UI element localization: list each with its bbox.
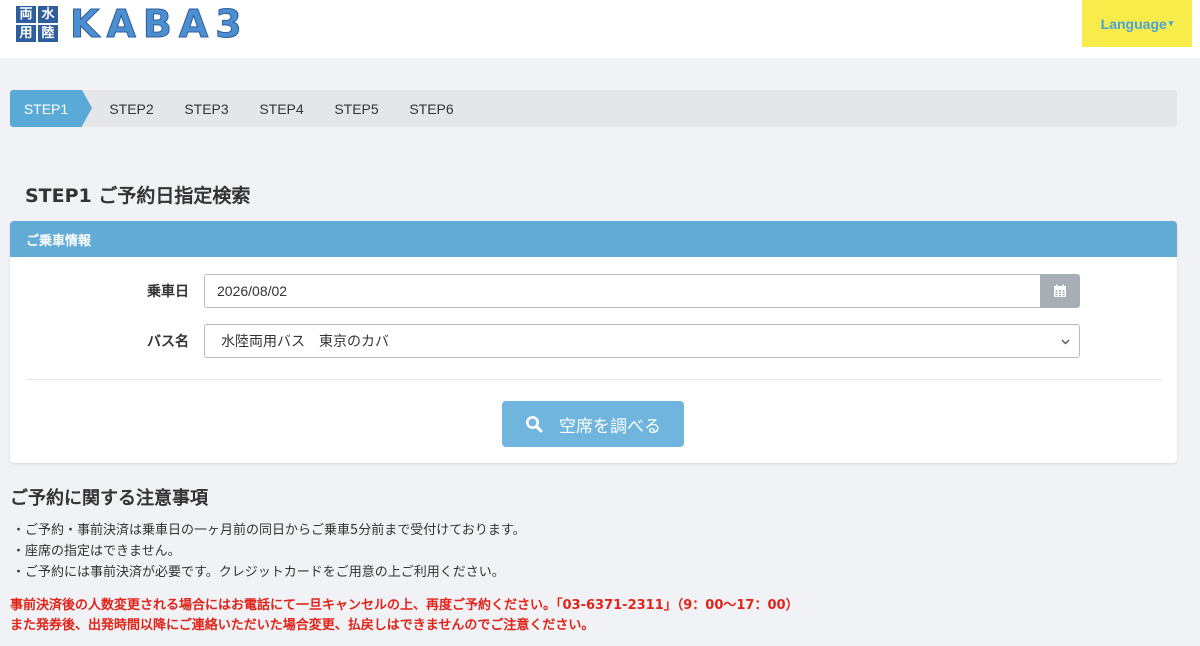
language-dropdown-button[interactable]: Language ▾ <box>1082 0 1192 47</box>
list-item: ・ご予約には事前決済が必要です。クレジットカードをご用意の上ご利用ください。 <box>12 565 505 580</box>
logo-char: 用 <box>16 25 36 42</box>
notes-list: ・ご予約・事前決済は乗車日の一ヶ月前の同日からご乗車5分前まで受付けております。… <box>12 520 526 583</box>
warning-text: また発券後、出発時間以降にご連絡いただいた場合変更、払戻しはできませんのでご注意… <box>10 618 595 633</box>
warning-text: 事前決済後の人数変更される場合にはお電話にて一旦キャンセルの上、再度ご予約くださ… <box>10 598 799 613</box>
bus-label: バス名 <box>147 334 189 350</box>
bus-select[interactable]: 水陸両用バス 東京のカバ <box>204 324 1080 358</box>
calendar-button[interactable] <box>1040 274 1080 308</box>
calendar-icon <box>1054 284 1066 297</box>
date-row: 乗車日 <box>10 274 1177 308</box>
logo-mark: 両 水 用 陸 <box>16 6 58 42</box>
logo-text: KABA3 <box>70 2 249 46</box>
step-3[interactable]: STEP3 <box>169 90 244 127</box>
step-progress-bar: STEP1 STEP2 STEP3 STEP4 STEP5 STEP6 <box>10 90 1177 127</box>
boarding-info-panel: ご乗車情報 乗車日 バス名 水陸両用バス 東京のカバ <box>10 221 1177 463</box>
list-item: ・ご予約・事前決済は乗車日の一ヶ月前の同日からご乗車5分前まで受付けております。 <box>12 523 526 538</box>
site-header: 両 水 用 陸 KABA3 Language ▾ <box>0 0 1200 58</box>
language-label: Language <box>1100 15 1167 32</box>
logo-char: 両 <box>16 6 36 23</box>
logo-char: 水 <box>38 6 58 23</box>
bus-selected-value: 水陸両用バス 東京のカバ <box>221 334 389 350</box>
search-icon <box>526 416 543 433</box>
search-button-label: 空席を調べる <box>559 416 661 437</box>
bus-row: バス名 水陸両用バス 東京のカバ <box>10 324 1177 358</box>
step-6[interactable]: STEP6 <box>394 90 469 127</box>
site-logo[interactable]: 両 水 用 陸 KABA3 <box>16 2 249 46</box>
date-label: 乗車日 <box>147 284 189 300</box>
chevron-down-icon <box>1061 339 1070 345</box>
caret-down-icon: ▾ <box>1168 18 1174 28</box>
step-1[interactable]: STEP1 <box>10 90 92 127</box>
step-5[interactable]: STEP5 <box>319 90 394 127</box>
panel-divider <box>26 379 1162 380</box>
step-4[interactable]: STEP4 <box>244 90 319 127</box>
step-2[interactable]: STEP2 <box>94 90 169 127</box>
notes-title: ご予約に関する注意事項 <box>10 488 208 509</box>
search-availability-button[interactable]: 空席を調べる <box>502 401 684 447</box>
list-item: ・座席の指定はできません。 <box>12 544 181 559</box>
panel-title: ご乗車情報 <box>10 221 1177 257</box>
page-title: STEP1 ご予約日指定検索 <box>25 185 251 207</box>
boarding-date-input[interactable] <box>204 274 1040 308</box>
logo-char: 陸 <box>38 25 58 42</box>
